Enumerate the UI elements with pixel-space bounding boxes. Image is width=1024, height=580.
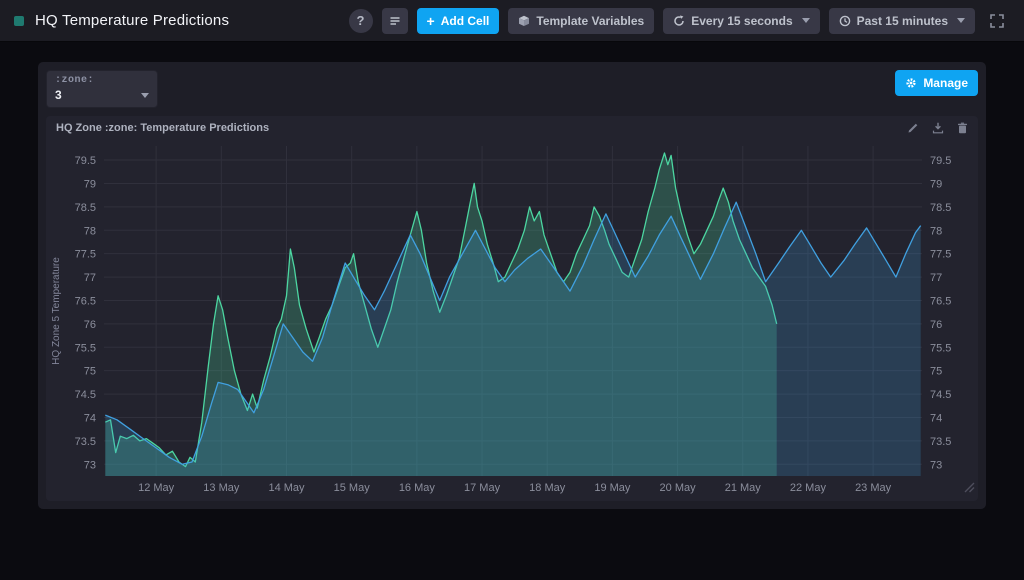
variable-name-label: :zone: xyxy=(55,75,149,86)
svg-text:17 May: 17 May xyxy=(464,482,501,494)
graph-tips-button[interactable] xyxy=(382,8,408,34)
template-variables-bar: :zone: 3 Manage xyxy=(46,70,978,108)
svg-text:77.5: 77.5 xyxy=(75,249,96,261)
add-cell-button[interactable]: + Add Cell xyxy=(417,8,500,34)
svg-text:75.5: 75.5 xyxy=(75,342,96,354)
svg-text:73: 73 xyxy=(930,459,942,471)
svg-text:76.5: 76.5 xyxy=(75,295,96,307)
autorefresh-value: Every 15 seconds xyxy=(691,14,792,28)
chevron-down-icon xyxy=(141,93,149,98)
variable-selected-value: 3 xyxy=(55,88,62,102)
manage-variables-button[interactable]: Manage xyxy=(895,70,978,96)
clock-icon xyxy=(839,15,851,27)
download-icon xyxy=(932,122,944,134)
edit-cell-button[interactable] xyxy=(907,122,919,134)
list-icon xyxy=(389,15,401,27)
svg-text:14 May: 14 May xyxy=(268,482,305,494)
temperature-chart[interactable]: 73 73 73.5 73.5 74 74 74.5 74.5 75 75 75.5 75.5 76 76… xyxy=(46,140,978,497)
dashboard-body: :zone: 3 Manage HQ Zone :zone: Temperatu… xyxy=(38,62,986,509)
svg-text:20 May: 20 May xyxy=(660,482,697,494)
template-variables-button[interactable]: Template Variables xyxy=(508,8,654,34)
cell-resize-handle[interactable] xyxy=(964,480,975,498)
app-logo-icon xyxy=(14,16,24,26)
resize-grip-icon xyxy=(964,482,975,493)
cell-context-icons xyxy=(907,122,968,134)
svg-text:75: 75 xyxy=(930,366,942,378)
svg-text:23 May: 23 May xyxy=(855,482,892,494)
dashboard-cell: HQ Zone :zone: Temperature Predictions xyxy=(46,116,978,501)
svg-text:79: 79 xyxy=(84,178,96,190)
add-cell-label: Add Cell xyxy=(441,14,490,28)
dashboard-header: HQ Temperature Predictions ? + Add Cell … xyxy=(0,0,1024,42)
question-icon: ? xyxy=(357,13,365,28)
svg-text:73.5: 73.5 xyxy=(75,436,96,448)
svg-text:78: 78 xyxy=(930,225,942,237)
fullscreen-icon xyxy=(990,14,1004,28)
svg-text:73.5: 73.5 xyxy=(930,436,951,448)
cell-title: HQ Zone :zone: Temperature Predictions xyxy=(56,122,269,134)
svg-text:78: 78 xyxy=(84,225,96,237)
cube-icon xyxy=(518,15,530,27)
svg-text:76: 76 xyxy=(84,319,96,331)
svg-text:75: 75 xyxy=(84,366,96,378)
svg-text:12 May: 12 May xyxy=(138,482,175,494)
svg-text:HQ Zone 5 Temperature: HQ Zone 5 Temperature xyxy=(51,257,62,365)
svg-text:19 May: 19 May xyxy=(594,482,631,494)
svg-text:78.5: 78.5 xyxy=(930,202,951,214)
svg-text:74.5: 74.5 xyxy=(75,389,96,401)
presentation-mode-button[interactable] xyxy=(984,8,1010,34)
download-csv-button[interactable] xyxy=(932,122,944,134)
svg-text:76.5: 76.5 xyxy=(930,295,951,307)
trash-icon xyxy=(957,122,968,134)
svg-text:22 May: 22 May xyxy=(790,482,827,494)
svg-text:79.5: 79.5 xyxy=(930,155,951,167)
svg-text:77.5: 77.5 xyxy=(930,249,951,261)
svg-text:13 May: 13 May xyxy=(203,482,240,494)
plus-icon: + xyxy=(427,14,435,28)
svg-text:78.5: 78.5 xyxy=(75,202,96,214)
svg-text:77: 77 xyxy=(930,272,942,284)
svg-text:74.5: 74.5 xyxy=(930,389,951,401)
chevron-down-icon xyxy=(802,18,810,23)
autorefresh-dropdown[interactable]: Every 15 seconds xyxy=(663,8,819,34)
svg-text:76: 76 xyxy=(930,319,942,331)
svg-text:77: 77 xyxy=(84,272,96,284)
help-button[interactable]: ? xyxy=(349,9,373,33)
template-variables-label: Template Variables xyxy=(536,14,644,28)
svg-text:15 May: 15 May xyxy=(334,482,371,494)
chevron-down-icon xyxy=(957,18,965,23)
svg-text:74: 74 xyxy=(84,412,96,424)
cell-header: HQ Zone :zone: Temperature Predictions xyxy=(46,116,978,140)
refresh-icon xyxy=(673,15,685,27)
svg-text:74: 74 xyxy=(930,412,942,424)
manage-label: Manage xyxy=(923,76,968,90)
delete-cell-button[interactable] xyxy=(957,122,968,134)
time-range-value: Past 15 minutes xyxy=(857,14,948,28)
pencil-icon xyxy=(907,122,919,134)
svg-text:79.5: 79.5 xyxy=(75,155,96,167)
time-range-dropdown[interactable]: Past 15 minutes xyxy=(829,8,975,34)
svg-text:73: 73 xyxy=(84,459,96,471)
gear-icon xyxy=(905,77,917,89)
template-variable-zone-dropdown[interactable]: :zone: 3 xyxy=(46,70,158,108)
svg-text:21 May: 21 May xyxy=(725,482,762,494)
svg-text:16 May: 16 May xyxy=(399,482,436,494)
svg-text:79: 79 xyxy=(930,178,942,190)
dashboard-title: HQ Temperature Predictions xyxy=(35,12,229,29)
svg-text:18 May: 18 May xyxy=(529,482,566,494)
svg-text:75.5: 75.5 xyxy=(930,342,951,354)
